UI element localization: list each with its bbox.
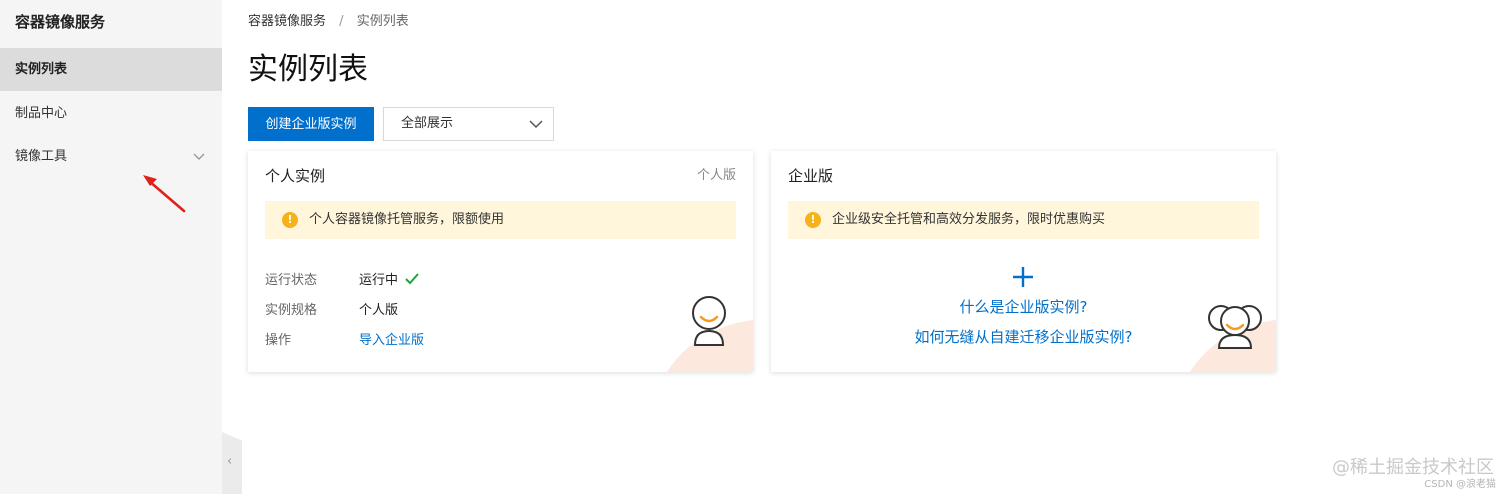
sidebar-item-label: 实例列表 <box>15 62 68 77</box>
card-title: 企业版 <box>788 167 834 185</box>
notice-banner: ! 个人容器镜像托管服务，限额使用 <box>265 201 736 239</box>
avatar-group-icon <box>1208 305 1262 349</box>
notice-text: 个人容器镜像托管服务，限额使用 <box>309 212 505 227</box>
breadcrumb-current: 实例列表 <box>356 14 409 29</box>
avatar-icon <box>692 296 726 346</box>
sidebar: 容器镜像服务 实例列表 制品中心 镜像工具 <box>0 0 222 494</box>
breadcrumb-separator: / <box>339 14 344 29</box>
collapse-left-icon: ‹ <box>227 454 233 469</box>
watermark: @稀土掘金技术社区 <box>1332 457 1494 478</box>
create-enterprise-instance-button[interactable]: 创建企业版实例 <box>248 107 374 141</box>
breadcrumb: 容器镜像服务 / 实例列表 <box>248 12 409 32</box>
notice-text: 企业级安全托管和高效分发服务，限时优惠购买 <box>832 212 1106 227</box>
notice-banner: ! 企业级安全托管和高效分发服务，限时优惠购买 <box>788 201 1259 239</box>
status-text: 运行中 <box>359 273 399 288</box>
personal-instance-card: 个人实例 个人版 ! 个人容器镜像托管服务，限额使用 运行状态 运行中 实例规格… <box>248 151 753 372</box>
sidebar-item-instance-list[interactable]: 实例列表 <box>0 48 222 91</box>
filter-select[interactable]: 全部展示 <box>383 107 554 141</box>
warning-icon: ! <box>805 212 821 228</box>
sidebar-item-artifact-center[interactable]: 制品中心 <box>0 92 222 135</box>
chevron-down-icon <box>529 120 543 129</box>
check-icon <box>405 273 419 285</box>
info-value-status: 运行中 <box>359 271 420 291</box>
plus-icon[interactable] <box>1011 265 1035 289</box>
warning-icon: ! <box>282 212 298 228</box>
sidebar-item-label: 镜像工具 <box>15 149 68 164</box>
info-label: 操作 <box>265 333 292 348</box>
sidebar-item-label: 制品中心 <box>15 106 68 121</box>
sidebar-title: 容器镜像服务 <box>15 13 106 31</box>
chevron-down-icon <box>193 153 205 160</box>
card-edition-tag: 个人版 <box>696 168 736 183</box>
info-value-spec: 个人版 <box>359 303 399 318</box>
enterprise-instance-card: 企业版 ! 企业级安全托管和高效分发服务，限时优惠购买 什么是企业版实例? 如何… <box>771 151 1276 372</box>
info-label: 实例规格 <box>265 303 318 318</box>
breadcrumb-root[interactable]: 容器镜像服务 <box>248 14 326 29</box>
filter-select-value: 全部展示 <box>401 116 454 131</box>
card-title: 个人实例 <box>265 167 326 185</box>
info-label: 运行状态 <box>265 273 318 288</box>
what-is-enterprise-link[interactable]: 什么是企业版实例? <box>771 296 1276 318</box>
import-enterprise-link[interactable]: 导入企业版 <box>359 331 424 351</box>
watermark-sub: CSDN @浪老猫 <box>1424 479 1496 490</box>
annotation-arrow <box>143 175 186 213</box>
sidebar-collapse-handle[interactable]: ‹ <box>222 432 242 494</box>
page-title: 实例列表 <box>248 52 368 87</box>
